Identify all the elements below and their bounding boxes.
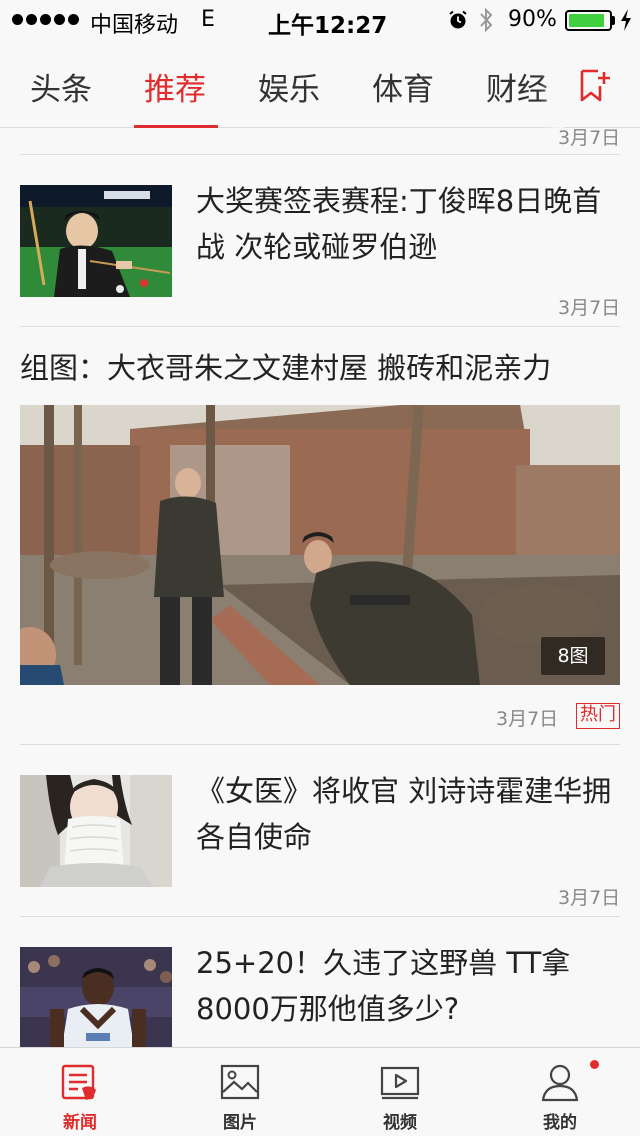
battery-percentage: 90% <box>508 7 557 32</box>
hot-badge: 热门 <box>576 703 620 729</box>
profile-icon <box>541 1064 579 1102</box>
network-type: E <box>201 7 215 32</box>
picture-icon <box>220 1064 260 1100</box>
news-icon <box>61 1064 96 1100</box>
article-thumbnail[interactable] <box>20 947 172 1047</box>
battery-icon <box>565 10 612 31</box>
channel-tab-bar: 头条 推荐 娱乐 体育 财经 <box>0 40 640 128</box>
active-tab-indicator <box>134 125 218 128</box>
article-date: 3月7日 <box>558 129 621 149</box>
tab-yule[interactable]: 娱乐 <box>258 64 320 109</box>
nav-news[interactable]: 新闻 <box>0 1048 160 1136</box>
tab-tiyu[interactable]: 体育 <box>372 64 434 109</box>
nav-profile-label: 我的 <box>543 1113 577 1133</box>
news-feed[interactable]: 3月7日 大奖赛签表赛程:丁俊晖8日晚首战 次轮或碰罗伯逊 3月7日 组图：大衣… <box>0 129 640 1047</box>
nav-video-label: 视频 <box>383 1113 417 1133</box>
photo-count-badge: 8图 <box>541 637 605 675</box>
article-date: 3月7日 <box>558 887 621 909</box>
gallery-title[interactable]: 组图：大衣哥朱之文建村屋 搬砖和泥亲力 <box>20 345 551 387</box>
status-bar: 中国移动 E 上午12:27 90% <box>0 0 640 40</box>
notification-dot <box>590 1060 599 1069</box>
signal-strength-icon <box>12 14 79 25</box>
gallery-date: 3月7日 <box>496 708 559 730</box>
tab-caijing[interactable]: 财经 <box>486 64 548 109</box>
tab-tuijian[interactable]: 推荐 <box>144 64 206 109</box>
nav-profile[interactable]: 我的 <box>480 1048 640 1136</box>
bottom-tab-bar: 新闻 图片 视频 我的 <box>0 1047 640 1136</box>
article-headline[interactable]: 《女医》将收官 刘诗诗霍建华拥各自使命 <box>196 768 616 860</box>
status-time: 上午12:27 <box>268 13 388 39</box>
nav-pictures-label: 图片 <box>223 1113 257 1133</box>
nav-pictures[interactable]: 图片 <box>160 1048 320 1136</box>
nav-video[interactable]: 视频 <box>320 1048 480 1136</box>
carrier-name: 中国移动 <box>90 13 179 38</box>
add-channel-icon[interactable] <box>574 66 614 106</box>
article-thumbnail[interactable] <box>20 185 172 297</box>
nav-news-label: 新闻 <box>63 1113 97 1133</box>
article-thumbnail[interactable] <box>20 775 172 887</box>
alarm-icon <box>449 10 467 29</box>
charging-icon <box>621 9 631 31</box>
gallery-photo[interactable] <box>20 405 620 685</box>
video-icon <box>380 1066 420 1100</box>
bluetooth-icon <box>480 7 493 33</box>
tab-toutiao[interactable]: 头条 <box>30 64 92 109</box>
article-date: 3月7日 <box>558 297 621 319</box>
article-headline[interactable]: 25+20！久违了这野兽 TT拿8000万那他值多少? <box>196 940 616 1032</box>
article-headline[interactable]: 大奖赛签表赛程:丁俊晖8日晚首战 次轮或碰罗伯逊 <box>196 178 616 270</box>
